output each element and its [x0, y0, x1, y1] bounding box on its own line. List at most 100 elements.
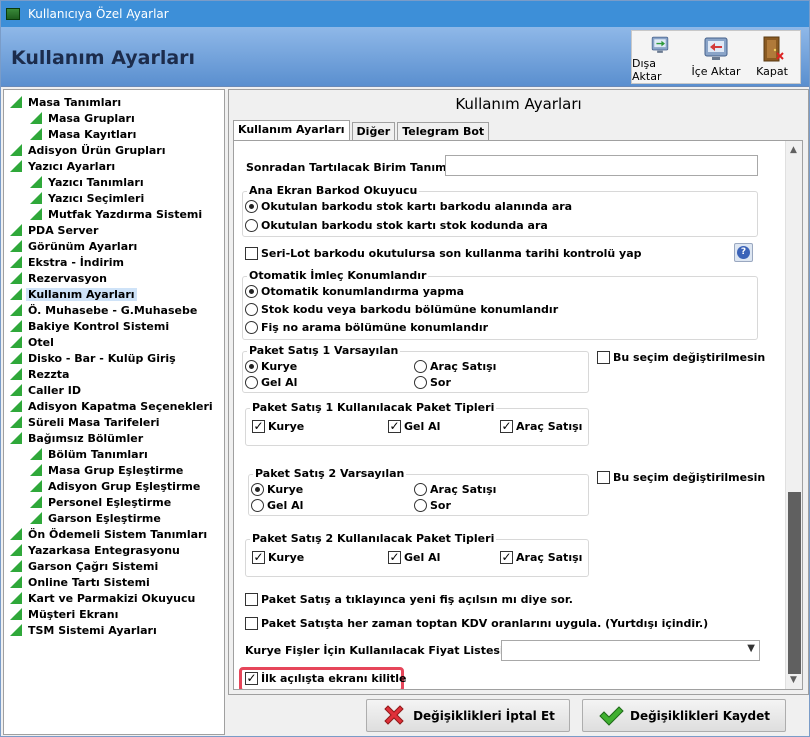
pkg1-type-kurye[interactable]: ✓ Kurye	[252, 420, 304, 433]
lock-screen-checkbox[interactable]: ✓ İlk açılışta ekranı kilitle	[245, 672, 407, 685]
sidebar-item[interactable]: Mutfak Yazdırma Sistemi	[30, 206, 204, 222]
tab-kullanim-ayarlari[interactable]: Kullanım Ayarları	[233, 120, 350, 141]
pkg1-radio-kurye[interactable]: Kurye	[245, 360, 297, 373]
sidebar-item-label: Ön Ödemeli Sistem Tanımları	[28, 527, 208, 541]
sidebar-item[interactable]: Süreli Masa Tarifeleri	[10, 414, 162, 430]
sidebar-item[interactable]: Görünüm Ayarları	[10, 238, 139, 254]
sidebar-item[interactable]: Yazarkasa Entegrasyonu	[10, 542, 182, 558]
cursor-option-2[interactable]: Stok kodu veya barkodu bölümüne konumlan…	[245, 303, 558, 316]
sidebar-item[interactable]: Garson Eşleştirme	[30, 510, 163, 526]
sidebar-item[interactable]: Caller ID	[10, 382, 83, 398]
sidebar-item[interactable]: Adisyon Kapatma Seçenekleri	[10, 398, 215, 414]
pkg1-type-arac[interactable]: ✓ Araç Satışı	[500, 420, 582, 433]
sidebar-item[interactable]: Müşteri Ekranı	[10, 606, 120, 622]
help-button[interactable]: ?	[734, 243, 753, 262]
tree-leaf-icon	[10, 608, 22, 620]
cancel-changes-label: Değişiklikleri İptal Et	[413, 708, 555, 723]
serial-lot-checkbox[interactable]: Seri-Lot barkodu okutulursa son kullanma…	[245, 247, 642, 260]
sidebar-item[interactable]: Rezervasyon	[10, 270, 109, 286]
sidebar-item[interactable]: Bakiye Kontrol Sistemi	[10, 318, 171, 334]
pkg2-type-gelal[interactable]: ✓ Gel Al	[388, 551, 440, 564]
pkg-click-checkbox[interactable]: Paket Satış a tıklayınca yeni fiş açılsı…	[245, 593, 573, 606]
tab-diger[interactable]: Diğer	[351, 122, 396, 140]
cursor-option-1[interactable]: Otomatik konumlandırma yapma	[245, 285, 464, 298]
tree-leaf-icon	[30, 496, 42, 508]
sidebar-item[interactable]: Masa Grup Eşleştirme	[30, 462, 185, 478]
sidebar-item[interactable]: Bağımsız Bölümler	[10, 430, 145, 446]
export-button[interactable]: Dışa Aktar	[632, 31, 688, 83]
wholesale-kdv-checkbox[interactable]: Paket Satışta her zaman toptan KDV oranl…	[245, 617, 708, 630]
sidebar-item[interactable]: Adisyon Ürün Grupları	[10, 142, 168, 158]
cursor-option-3[interactable]: Fiş no arama bölümüne konumlandır	[245, 321, 488, 334]
pkg2-kurye-label: Kurye	[267, 483, 304, 496]
save-changes-button[interactable]: Değişiklikleri Kaydet	[582, 699, 786, 732]
sidebar-item[interactable]: Yazıcı Tanımları	[30, 174, 146, 190]
pkg2-lock-checkbox[interactable]: Bu seçim değiştirilmesin	[597, 471, 765, 484]
pkg2-type-kurye-label: Kurye	[268, 551, 305, 564]
sidebar-item-label: Kart ve Parmakizi Okuyucu	[28, 591, 196, 605]
sidebar-item[interactable]: Online Tartı Sistemi	[10, 574, 152, 590]
pkg2-radio-kurye[interactable]: Kurye	[251, 483, 303, 496]
tab-telegram-bot[interactable]: Telegram Bot	[397, 122, 490, 140]
page-title: Kullanım Ayarları	[11, 47, 196, 69]
cursor-option-1-label: Otomatik konumlandırma yapma	[261, 285, 465, 298]
pkg2-radio-sor[interactable]: Sor	[414, 499, 451, 512]
pkg1-radio-sor[interactable]: Sor	[414, 376, 451, 389]
barcode-option-1[interactable]: Okutulan barkodu stok kartı barkodu alan…	[245, 200, 572, 213]
sidebar-item[interactable]: Yazıcı Seçimleri	[30, 190, 146, 206]
sidebar-item-label: Mutfak Yazdırma Sistemi	[48, 207, 203, 221]
cancel-changes-button[interactable]: Değişiklikleri İptal Et	[366, 699, 570, 732]
sidebar-item[interactable]: Personel Eşleştirme	[30, 494, 173, 510]
pkg2-type-kurye[interactable]: ✓ Kurye	[252, 551, 304, 564]
radio-icon	[414, 360, 427, 373]
courier-price-select[interactable]: ▼	[501, 640, 760, 661]
sidebar-item[interactable]: TSM Sistemi Ayarları	[10, 622, 159, 638]
pkg1-type-gelal[interactable]: ✓ Gel Al	[388, 420, 440, 433]
settings-tree: Masa Tanımları Masa Grupları Masa Kayıtlar…	[3, 89, 225, 735]
sidebar-item[interactable]: Masa Tanımları	[10, 94, 123, 110]
import-button[interactable]: İçe Aktar	[688, 31, 744, 83]
pkg2-radio-gelal[interactable]: Gel Al	[251, 499, 303, 512]
pkg1-radio-arac[interactable]: Araç Satışı	[414, 360, 496, 373]
tree-leaf-icon	[10, 416, 22, 428]
weighed-unit-input[interactable]	[445, 155, 758, 176]
sidebar-item-label: Adisyon Ürün Grupları	[28, 143, 166, 157]
sidebar-item[interactable]: Garson Çağrı Sistemi	[10, 558, 160, 574]
sidebar-item[interactable]: Otel	[10, 334, 56, 350]
sidebar-item-label: Görünüm Ayarları	[28, 239, 138, 253]
barcode-option-2[interactable]: Okutulan barkodu stok kartı stok kodunda…	[245, 219, 548, 232]
sidebar-item[interactable]: Masa Grupları	[30, 110, 137, 126]
pkg2-radio-arac[interactable]: Araç Satışı	[414, 483, 496, 496]
tree-leaf-icon	[30, 192, 42, 204]
pkg1-radio-gelal[interactable]: Gel Al	[245, 376, 297, 389]
pkg2-types-group: Paket Satış 2 Kullanılacak Paket Tipleri…	[245, 532, 589, 577]
checkbox-icon	[245, 247, 258, 260]
title-bar: Kullanıcıya Özel Ayarlar	[1, 1, 809, 27]
sidebar-item[interactable]: Ekstra - İndirim	[10, 254, 126, 270]
pkg2-type-arac[interactable]: ✓ Araç Satışı	[500, 551, 582, 564]
sidebar-item[interactable]: Ö. Muhasebe - G.Muhasebe	[10, 302, 199, 318]
pkg1-lock-checkbox[interactable]: Bu seçim değiştirilmesin	[597, 351, 765, 364]
sidebar-item[interactable]: Disko - Bar - Kulüp Giriş	[10, 350, 178, 366]
sidebar-item[interactable]: Masa Kayıtları	[30, 126, 138, 142]
scroll-thumb[interactable]	[788, 492, 801, 674]
sidebar-item[interactable]: Adisyon Grup Eşleştirme	[30, 478, 202, 494]
radio-icon	[245, 285, 258, 298]
sidebar-item[interactable]: Yazıcı Ayarları	[10, 158, 117, 174]
sidebar-item[interactable]: Rezzta	[10, 366, 71, 382]
vertical-scrollbar[interactable]: ▲ ▼	[785, 141, 802, 689]
sidebar-item[interactable]: Kart ve Parmakizi Okuyucu	[10, 590, 197, 606]
sidebar-item[interactable]: PDA Server	[10, 222, 100, 238]
close-button[interactable]: Kapat	[744, 31, 800, 83]
scroll-down-icon[interactable]: ▼	[790, 675, 797, 685]
tree-leaf-icon	[10, 544, 22, 556]
sidebar-item[interactable]: Bölüm Tanımları	[30, 446, 150, 462]
toolbar: Dışa Aktar İçe Aktar Kapat	[631, 30, 801, 84]
scroll-up-icon[interactable]: ▲	[790, 145, 797, 155]
sidebar-item[interactable]: Ön Ödemeli Sistem Tanımları	[10, 526, 209, 542]
sidebar-item[interactable]: Kullanım Ayarları	[10, 286, 137, 302]
sidebar-item-label: Kullanım Ayarları	[26, 287, 137, 301]
tree-leaf-icon	[10, 96, 22, 108]
window-title: Kullanıcıya Özel Ayarlar	[28, 7, 169, 21]
sidebar-item-label: Caller ID	[28, 383, 81, 397]
